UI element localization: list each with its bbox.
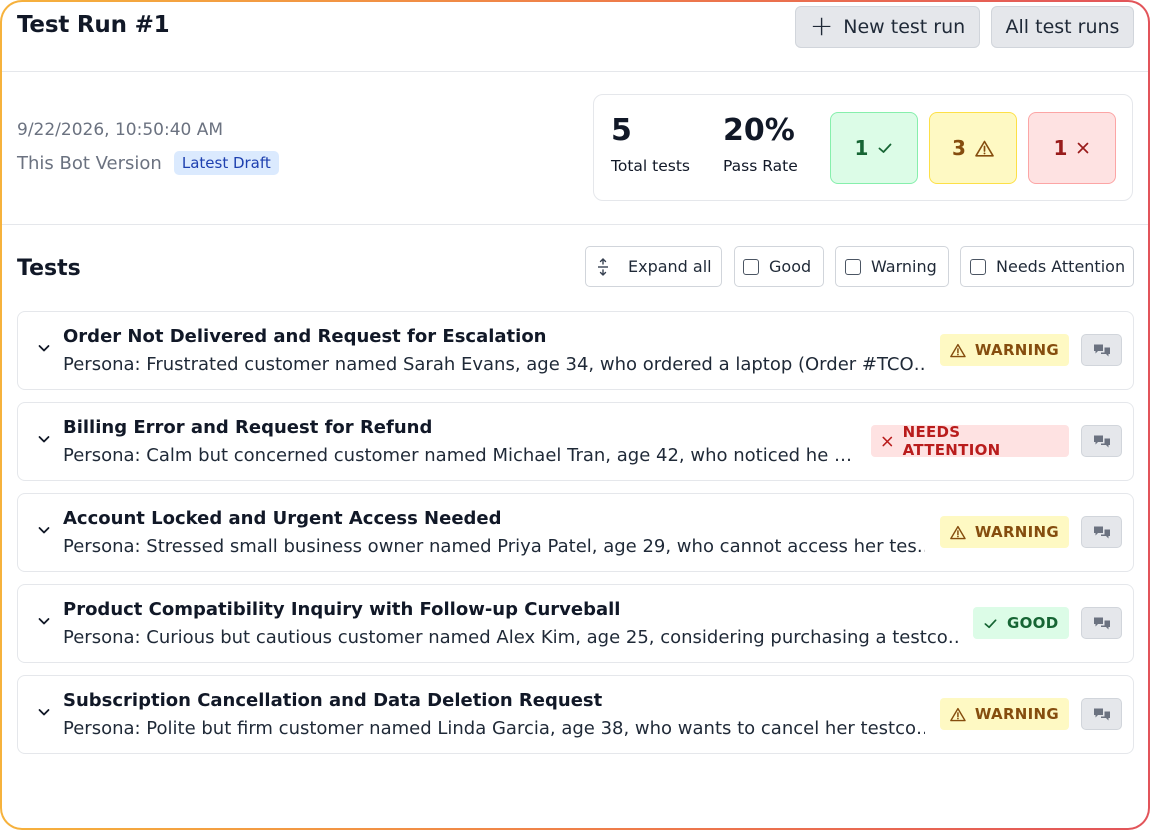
test-title: Account Locked and Urgent Access Needed [63,508,502,529]
bot-version-badge: Latest Draft [173,151,279,175]
test-row[interactable]: Billing Error and Request for Refund Per… [17,402,1134,481]
test-run-panel: Test Run #1 + New test run All test runs… [2,2,1148,828]
total-tests-value: 5 [611,113,632,148]
test-row[interactable]: Order Not Delivered and Request for Esca… [17,311,1134,390]
check-icon [879,143,892,153]
pass-rate-stat: 20% Pass Rate [723,114,798,175]
status-label: GOOD [1007,614,1059,632]
plus-icon: + [809,9,834,42]
status-badge: WARNING [940,516,1069,548]
test-title: Billing Error and Request for Refund [63,417,433,438]
view-transcript-button[interactable] [1081,516,1122,548]
attention-count-badge: 1 [1028,112,1116,184]
good-count-badge: 1 [830,112,918,184]
window-frame: Test Run #1 + New test run All test runs… [0,0,1150,830]
warning-triangle-icon [950,525,966,539]
expand-vertical-icon [598,257,608,276]
good-count: 1 [854,136,869,160]
status-badge: WARNING [940,698,1069,730]
warning-count-badge: 3 [929,112,1017,184]
chat-bubbles-icon [1093,526,1110,538]
status-badge: NEEDS ATTENTION [871,423,1069,459]
test-persona: Persona: Curious but cautious customer n… [63,627,959,648]
new-test-run-label: New test run [843,16,966,38]
chevron-down-icon[interactable] [36,704,52,720]
stats-card: 5 Total tests 20% Pass Rate 1 3 1 [593,94,1133,201]
header: Test Run #1 + New test run All test runs [2,2,1148,72]
status-badge: GOOD [973,607,1069,639]
view-transcript-button[interactable] [1081,607,1122,639]
warning-count: 3 [952,136,966,160]
filter-good-checkbox[interactable]: Good [734,246,824,287]
chevron-down-icon[interactable] [36,613,52,629]
test-title: Order Not Delivered and Request for Esca… [63,326,547,347]
filter-warning-checkbox[interactable]: Warning [835,246,949,287]
total-tests-label: Total tests [611,157,690,175]
status-badge: WARNING [940,334,1069,366]
chat-bubbles-icon [1093,344,1110,356]
filter-warning-label: Warning [871,257,937,276]
warning-triangle-icon [950,707,966,721]
total-tests-stat: 5 Total tests [611,114,690,175]
chevron-down-icon[interactable] [36,340,52,356]
pass-rate-value: 20% [723,113,795,148]
x-icon [882,436,893,446]
test-row[interactable]: Subscription Cancellation and Data Delet… [17,675,1134,754]
status-label: WARNING [974,523,1059,541]
test-persona: Persona: Stressed small business owner n… [63,536,925,557]
new-test-run-button[interactable]: + New test run [795,6,980,48]
warning-triangle-icon [950,343,966,357]
chat-bubbles-icon [1093,435,1110,447]
all-test-runs-button[interactable]: All test runs [991,6,1134,48]
expand-all-label: Expand all [628,257,712,276]
filter-attention-label: Needs Attention [996,257,1126,276]
warning-triangle-icon [975,140,994,157]
bot-version: This Bot Version Latest Draft [17,151,279,175]
filter-good-label: Good [769,257,812,276]
view-transcript-button[interactable] [1081,425,1122,457]
run-summary: 9/22/2026, 10:50:40 AM This Bot Version … [2,72,1148,225]
chat-bubbles-icon [1093,617,1110,629]
page-title: Test Run #1 [17,12,170,38]
view-transcript-button[interactable] [1081,334,1122,366]
check-icon [984,618,997,628]
status-label: WARNING [974,705,1059,723]
chevron-down-icon[interactable] [36,522,52,538]
test-row[interactable]: Account Locked and Urgent Access Needed … [17,493,1134,572]
filter-attention-checkbox[interactable]: Needs Attention [960,246,1134,287]
all-test-runs-label: All test runs [1005,16,1120,38]
run-timestamp: 9/22/2026, 10:50:40 AM [17,120,224,140]
test-persona: Persona: Calm but concerned customer nam… [63,445,853,466]
x-icon [1078,142,1089,154]
checkbox-icon[interactable] [845,258,861,275]
test-title: Product Compatibility Inquiry with Follo… [63,599,621,620]
test-persona: Persona: Frustrated customer named Sarah… [63,354,925,375]
test-persona: Persona: Polite but firm customer named … [63,718,925,739]
pass-rate-label: Pass Rate [723,157,798,175]
tests-heading: Tests [17,256,81,281]
test-row[interactable]: Product Compatibility Inquiry with Follo… [17,584,1134,663]
chat-bubbles-icon [1093,708,1110,720]
checkbox-icon[interactable] [970,258,986,275]
chevron-down-icon[interactable] [36,431,52,447]
status-label: WARNING [974,341,1059,359]
test-title: Subscription Cancellation and Data Delet… [63,690,603,711]
status-label: NEEDS ATTENTION [902,423,1001,459]
attention-count: 1 [1053,136,1068,160]
view-transcript-button[interactable] [1081,698,1122,730]
checkbox-icon[interactable] [743,258,759,275]
bot-version-label: This Bot Version [17,152,162,174]
expand-all-button[interactable]: Expand all [585,246,722,287]
